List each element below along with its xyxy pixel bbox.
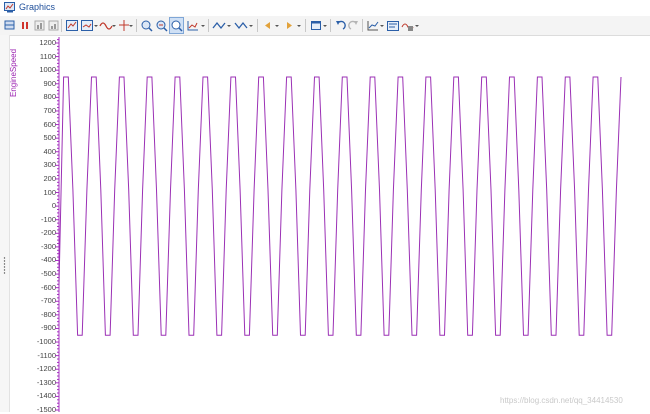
plot-area[interactable] bbox=[0, 0, 650, 412]
watermark: https://blog.csdn.net/qq_34414530 bbox=[500, 396, 623, 405]
series-line-enginespeed[interactable] bbox=[58, 76, 622, 336]
